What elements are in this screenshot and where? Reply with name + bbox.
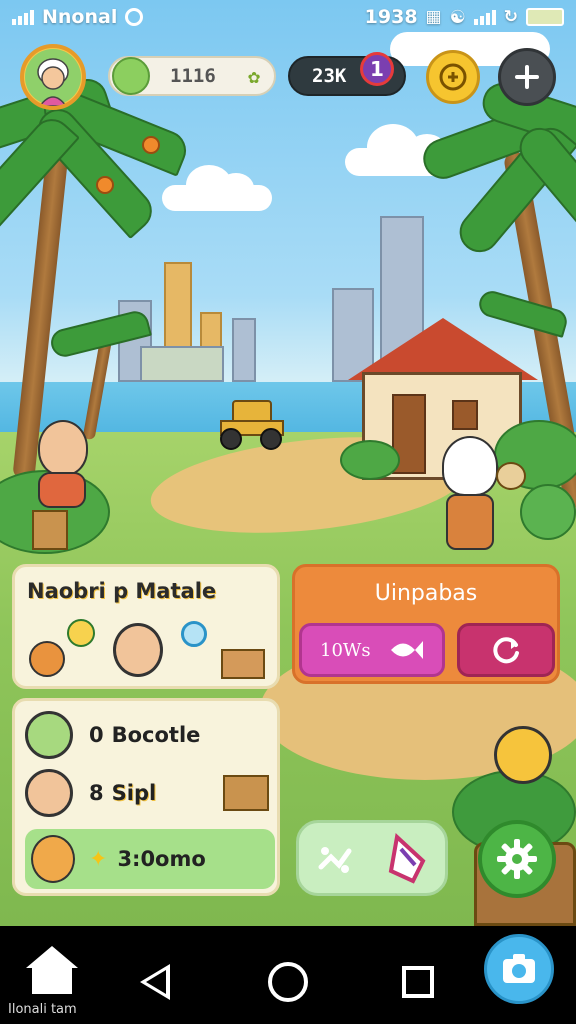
camera-icon <box>503 954 535 983</box>
upgrades-panel-title: Uinpabas <box>374 581 478 606</box>
refresh-icon <box>493 637 519 664</box>
player-avatar[interactable] <box>20 44 86 110</box>
gem-counter[interactable]: 23K 1 <box>288 52 406 96</box>
back-icon[interactable] <box>140 964 170 1000</box>
wooden-crate[interactable] <box>32 510 68 550</box>
cloud <box>162 165 272 211</box>
magnifier-icon <box>67 619 95 647</box>
bush <box>340 440 400 480</box>
coin-amount: 1116 <box>170 65 216 87</box>
list-item-label: Bocotle <box>111 723 201 747</box>
recents-icon[interactable] <box>402 966 434 998</box>
refresh-button[interactable] <box>457 623 555 677</box>
carrier-name: Nnonal <box>42 6 118 28</box>
bear-mascot[interactable] <box>494 726 552 784</box>
list-item-label: Sipl <box>111 781 157 805</box>
grandma-avatar-icon <box>25 49 81 106</box>
sparkle-icon: ✦ <box>89 846 108 872</box>
boy-avatar-icon <box>113 623 163 677</box>
villager-girl-body <box>38 472 86 508</box>
sync-icon: ↻ <box>503 7 518 27</box>
settings-button[interactable] <box>478 820 556 898</box>
list-item-prefix: 0 <box>89 723 104 747</box>
menu-button[interactable] <box>498 48 556 106</box>
status-bar: Nnonal 1938 ▦ ☯ ↻ <box>0 0 576 34</box>
coconut-held <box>496 462 526 490</box>
task-list-panel: 0 Bocotle 8 Sipl ✦ 3:0omo <box>12 698 280 896</box>
home-button[interactable] <box>22 942 82 998</box>
farmer-avatar-icon <box>112 57 150 95</box>
signal-icon <box>12 9 34 25</box>
boost-button-label: 10Ws <box>320 639 371 661</box>
search-icon[interactable] <box>181 621 207 647</box>
coin-bag-icon <box>439 63 467 91</box>
coconut-coin[interactable] <box>142 136 160 154</box>
clock: 1938 <box>364 6 418 28</box>
crate-icon <box>221 649 265 679</box>
list-item-prefix: 8 <box>89 781 104 805</box>
fox-avatar-icon <box>31 835 75 883</box>
potted-plant <box>520 484 576 540</box>
donkey-avatar-icon <box>25 711 73 759</box>
location-icon <box>125 8 144 26</box>
coconut-coin[interactable] <box>96 176 114 194</box>
list-item[interactable]: 0 Bocotle <box>25 707 269 763</box>
leaf-icon: ✿ <box>247 64 260 88</box>
battery-icon <box>526 8 564 26</box>
grandma-character-body <box>446 494 494 550</box>
list-item-highlighted[interactable]: ✦ 3:0omo <box>25 829 275 889</box>
coin-shop-button[interactable] <box>426 50 480 104</box>
plus-icon <box>515 65 539 89</box>
upgrades-panel[interactable]: Uinpabas 10Ws <box>292 564 560 684</box>
gear-icon <box>497 839 537 879</box>
home-circle-icon[interactable] <box>268 962 308 1002</box>
home-label: Ilonali tam <box>8 1002 77 1017</box>
girl-avatar-icon <box>25 769 73 817</box>
nfc-icon: ▦ <box>425 7 442 27</box>
vegetable-crate-icon <box>223 775 269 811</box>
fish-icon <box>390 641 423 659</box>
house-roof <box>348 318 538 380</box>
wifi-icon: ☯ <box>449 6 466 28</box>
gem-amount: 23K <box>312 65 347 87</box>
camera-button[interactable] <box>484 934 554 1004</box>
home-icon <box>26 946 78 994</box>
grandma-character[interactable] <box>442 436 498 496</box>
quest-panel-title: Naobri p Matale <box>27 579 217 603</box>
cell-signal-icon <box>473 9 496 25</box>
tractor[interactable] <box>218 400 286 450</box>
skyline-building <box>232 318 256 382</box>
coin-counter[interactable]: 1116 ✿ <box>108 56 276 96</box>
skyline-palace <box>140 346 224 382</box>
shield-icon[interactable] <box>383 831 439 887</box>
pattern-icon[interactable] <box>313 837 357 881</box>
list-item-label: 3:0omo <box>117 847 206 871</box>
list-item[interactable]: 8 Sipl <box>25 765 269 821</box>
notification-badge[interactable]: 1 <box>360 52 394 86</box>
dog-icon <box>29 641 65 677</box>
quest-panel[interactable]: Naobri p Matale <box>12 564 280 689</box>
house-window <box>452 400 478 430</box>
boost-button[interactable]: 10Ws <box>299 623 445 677</box>
tools-panel[interactable] <box>296 820 448 896</box>
villager-girl[interactable] <box>38 420 88 476</box>
